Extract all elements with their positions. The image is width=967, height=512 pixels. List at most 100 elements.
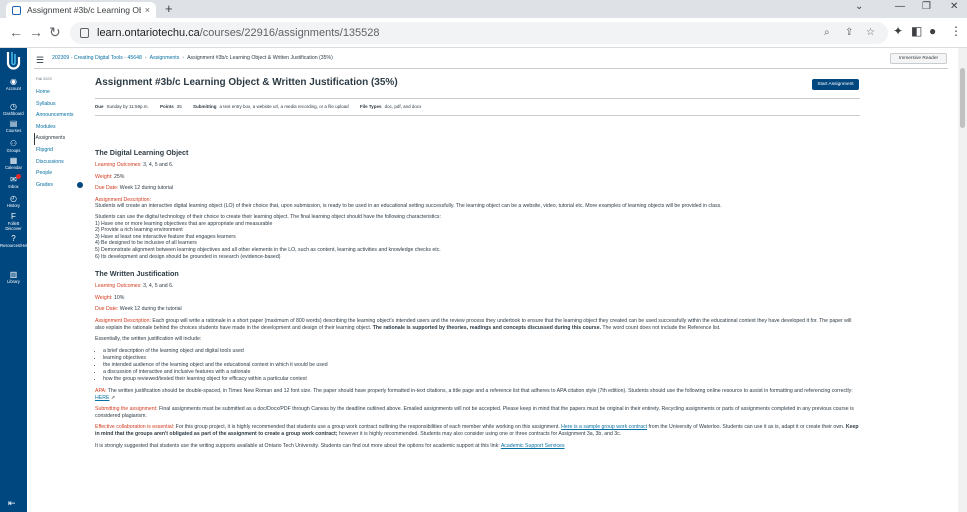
page-scrollbar[interactable]	[958, 48, 967, 512]
course-nav-announcements[interactable]: Announcements	[36, 110, 82, 122]
course-menu-icon[interactable]: ☰	[36, 55, 44, 66]
dlo-heading: The Digital Learning Object	[95, 148, 189, 157]
apa-resource-link[interactable]: HERE	[95, 395, 109, 401]
meta-divider-top	[95, 98, 860, 99]
group-contract-link[interactable]: Here is a sample group work contract	[561, 424, 647, 430]
global-nav-calendar[interactable]: ▦ Calendar	[0, 156, 27, 170]
course-nav-grades[interactable]: Grades	[36, 180, 82, 192]
follett-icon: F	[11, 212, 16, 221]
url-path: /courses/22916/assignments/135528	[199, 27, 380, 39]
extensions-icon[interactable]: ✦	[893, 24, 903, 38]
meta-divider-bottom	[95, 115, 860, 116]
global-nav-help[interactable]: ? Resources/Help	[0, 234, 30, 248]
assignment-header: Assignment #3b/c Learning Object & Writt…	[95, 77, 860, 88]
dlo-characteristics: Students can use the digital technology …	[95, 213, 441, 260]
due-label: Due	[95, 104, 104, 109]
visibility-icon	[77, 182, 83, 188]
library-icon: ▥	[9, 270, 18, 279]
canvas-favicon-icon	[12, 5, 21, 15]
list-item: a discussion of interactive and inclusiv…	[103, 369, 860, 376]
browser-menu-icon[interactable]: ⋮	[950, 24, 962, 38]
global-nav-groups[interactable]: ⚇ Groups	[0, 139, 27, 153]
breadcrumb-current: Assignment #3b/c Learning Object & Writt…	[187, 55, 333, 61]
assignment-meta: Due Sunday by 11:59p.m. Points 35 Submitti…	[95, 104, 431, 109]
global-nav-courses[interactable]: ▤ Courses	[0, 119, 27, 133]
global-nav-history[interactable]: ◴ History	[0, 194, 27, 208]
start-assignment-button[interactable]: Start Assignment	[812, 79, 859, 90]
term-label: Fall 2023	[36, 77, 52, 81]
reload-icon[interactable]: ↻	[49, 24, 61, 40]
due-value: Sunday by 11:59p.m.	[106, 104, 149, 109]
back-icon[interactable]: ←	[9, 24, 23, 40]
wj-apa: APA: The written justification should be…	[95, 388, 853, 401]
course-nav-discussions[interactable]: Discussions	[36, 157, 82, 169]
dashboard-icon: ◷	[10, 102, 17, 111]
lock-icon	[80, 28, 89, 38]
wj-collaboration: Effective collaboration is essential: Fo…	[95, 424, 859, 437]
new-tab-icon[interactable]: +	[165, 1, 173, 16]
breadcrumb-assignments[interactable]: Assignments	[150, 55, 180, 61]
wj-includes-list: a brief description of the learning obje…	[95, 348, 860, 383]
tab-close-icon[interactable]: ×	[145, 5, 150, 15]
scrollbar-thumb[interactable]	[960, 68, 965, 128]
breadcrumb-course[interactable]: 202309 - Creating Digital Tools - 45648	[52, 55, 142, 61]
dlo-description: Assignment Description: Students will cre…	[95, 196, 722, 210]
wj-writing-support: It is strongly suggested that students u…	[95, 442, 565, 449]
zoom-icon[interactable]: ⌕	[824, 27, 830, 38]
profile-avatar[interactable]: ●	[929, 24, 936, 38]
list-item: a brief description of the learning obje…	[103, 348, 860, 355]
share-icon[interactable]: ⇪	[845, 27, 853, 38]
course-nav-assignments[interactable]: Assignments	[33, 133, 83, 145]
global-nav-library[interactable]: ▥ Library	[0, 270, 27, 284]
points-value: 35	[176, 104, 182, 109]
wj-due: Due Date: Week 12 during the tutorial	[95, 306, 182, 313]
course-nav-people[interactable]: People	[36, 168, 82, 180]
points-label: Points	[159, 104, 174, 109]
course-nav-home[interactable]: Home	[36, 87, 82, 99]
global-nav-dashboard[interactable]: ◷ Dashboard	[0, 102, 27, 116]
inbox-unread-badge	[16, 174, 21, 179]
browser-tab-bar: Assignment #3b/c Learning Obj × + ⌄ — ❐ …	[0, 0, 967, 18]
global-nav-account[interactable]: ◉ Account	[0, 77, 27, 91]
inbox-icon: ✉	[10, 175, 17, 184]
filetypes-label: File Types	[359, 104, 382, 109]
url-field[interactable]: learn.ontariotechu.ca/courses/22916/assi…	[70, 22, 888, 44]
close-window-icon[interactable]: ✕	[950, 1, 958, 12]
course-nav-modules[interactable]: Modules	[36, 122, 82, 134]
submitting-value: a text entry box, a website url, a media…	[219, 104, 349, 109]
wj-outcomes: Learning Outcomes: 3, 4, 5 and 6.	[95, 283, 174, 290]
course-navigation: Fall 2023 Home Syllabus Announcements Mo…	[33, 77, 83, 192]
forward-icon[interactable]: →	[29, 24, 43, 40]
dlo-due: Due Date: Week 12 during tutorial	[95, 185, 174, 192]
assignment-description: The Digital Learning Object Learning Out…	[95, 148, 860, 454]
collapse-nav-icon[interactable]: ⇤	[8, 498, 16, 509]
academic-support-link[interactable]: Academic Support Services	[501, 443, 565, 449]
immersive-reader-button[interactable]: Immersive Reader	[890, 53, 947, 64]
dlo-weight: Weight: 25%	[95, 173, 125, 180]
account-icon: ◉	[10, 77, 17, 86]
browser-tab[interactable]: Assignment #3b/c Learning Obj ×	[6, 2, 156, 18]
dlo-outcomes: Learning Outcomes: 3, 4, 5 and 6.	[95, 162, 174, 168]
header-divider	[34, 68, 948, 69]
maximize-icon[interactable]: ❐	[922, 1, 931, 12]
address-bar: ← → ↻ learn.ontariotechu.ca/courses/2291…	[0, 18, 967, 48]
list-item: how the group reviewed/tested their lear…	[103, 376, 860, 383]
page-title: Assignment #3b/c Learning Object & Writt…	[95, 77, 398, 88]
ontario-tech-logo[interactable]	[5, 50, 22, 72]
wj-includes-intro: Essentially, the written justification w…	[95, 336, 202, 343]
minimize-icon[interactable]: —	[895, 1, 905, 12]
global-nav-inbox[interactable]: ✉ Inbox	[0, 175, 27, 189]
course-nav-flipgrid[interactable]: Flipgrid	[36, 145, 82, 157]
tab-title: Assignment #3b/c Learning Obj	[27, 5, 141, 15]
course-nav-syllabus[interactable]: Syllabus	[36, 99, 82, 111]
help-icon: ?	[11, 234, 16, 243]
wj-heading: The Written Justification	[95, 269, 179, 279]
tab-search-icon[interactable]: ⌄	[855, 1, 863, 12]
sidebar-icon[interactable]: ◧	[911, 24, 922, 38]
bookmark-star-icon[interactable]: ☆	[866, 27, 875, 38]
global-nav-follett[interactable]: F Follett Discover	[0, 212, 27, 231]
wj-weight: Weight: 10%	[95, 294, 125, 301]
calendar-icon: ▦	[9, 156, 18, 165]
list-item: learning objectives	[103, 355, 860, 362]
url-domain: learn.ontariotechu.ca	[97, 27, 200, 39]
